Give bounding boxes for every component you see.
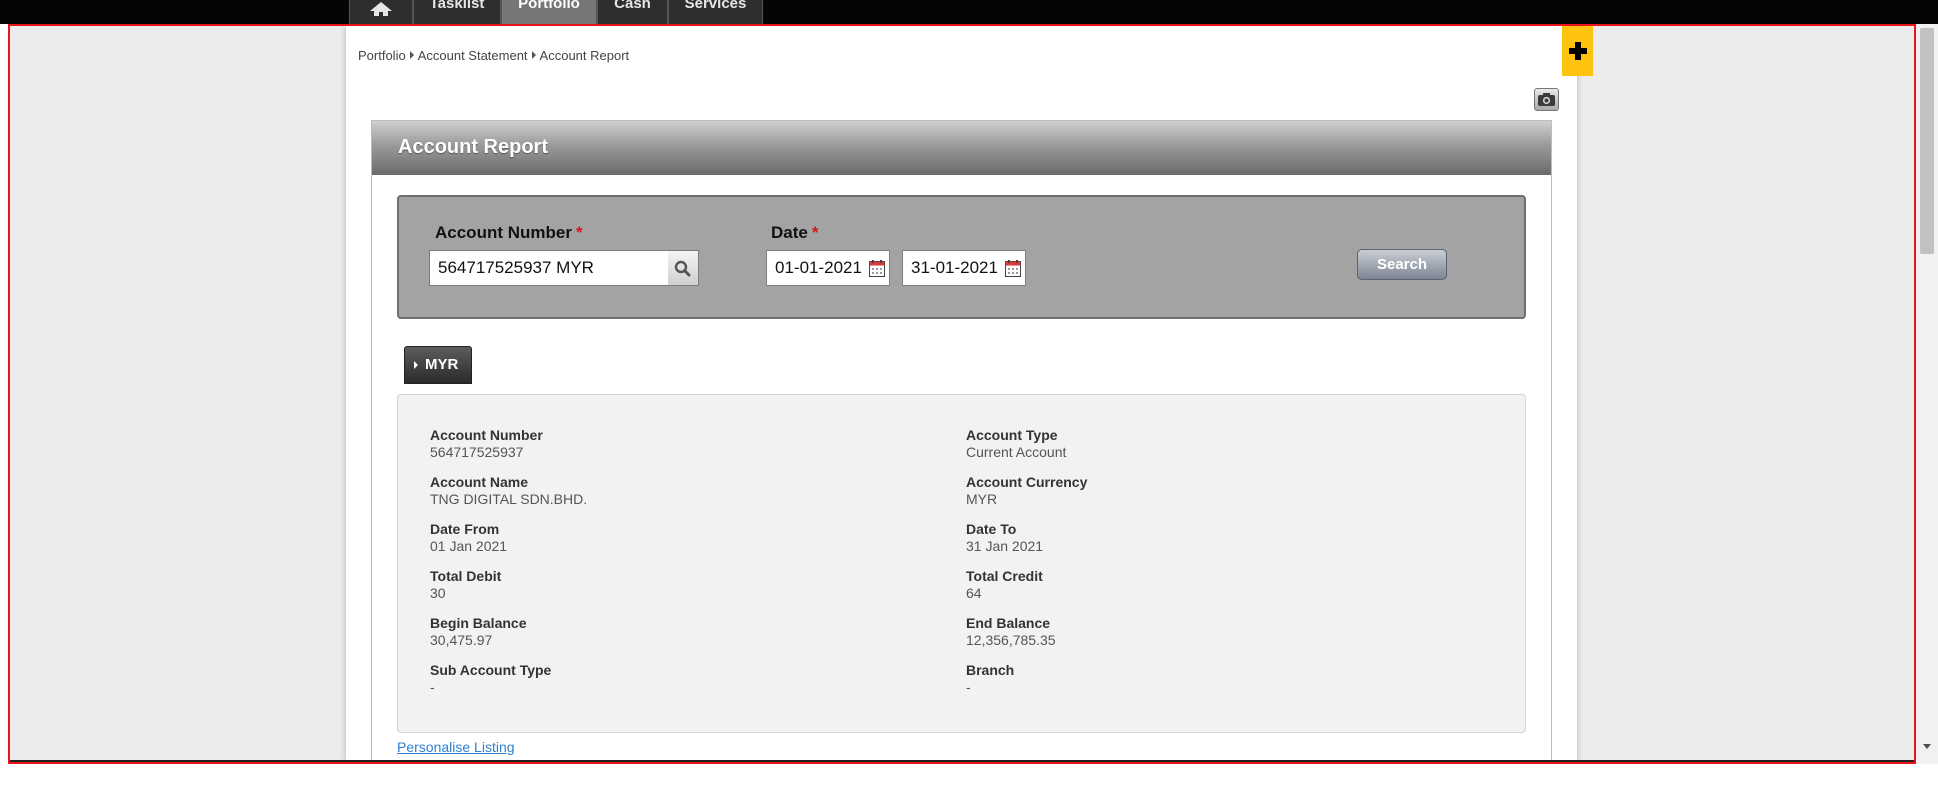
scrollbar-thumb[interactable] — [1920, 28, 1934, 254]
tab-tasklist-label: Tasklist — [429, 0, 485, 12]
breadcrumb: Portfolio Account Statement Account Report — [358, 48, 629, 63]
currency-tab-myr[interactable]: MYR — [404, 346, 472, 384]
detail-value: - — [430, 679, 435, 695]
detail-value: TNG DIGITAL SDN.BHD. — [430, 491, 588, 507]
home-icon — [370, 2, 392, 16]
date-from-input[interactable]: 01-01-2021 — [766, 250, 890, 286]
account-report-panel: Account Report Account Number * 564717525… — [371, 120, 1552, 762]
search-criteria-box: Account Number * 564717525937 MYR Date * 0… — [397, 195, 1526, 319]
tab-services[interactable]: Services — [668, 0, 763, 24]
detail-value: 30 — [430, 585, 446, 601]
detail-value: 01 Jan 2021 — [430, 538, 508, 554]
personalise-listing-link[interactable]: Personalise Listing — [397, 739, 515, 755]
detail-value: - — [966, 679, 971, 695]
plus-icon[interactable] — [1562, 26, 1593, 76]
tab-portfolio[interactable]: Portfolio — [501, 0, 597, 24]
breadcrumb-account-report: Account Report — [539, 48, 630, 63]
account-details: Account Number 564717525937 Account Name… — [397, 394, 1526, 733]
account-lookup-button[interactable] — [668, 250, 699, 286]
required-marker: * — [575, 223, 583, 242]
bottom-scrollbar[interactable] — [10, 760, 1914, 762]
detail-value: Current Account — [966, 444, 1067, 460]
date-label-text: Date — [771, 223, 808, 242]
date-label: Date * — [771, 223, 818, 243]
detail-label: Date From — [430, 521, 500, 537]
detail-value: 31 Jan 2021 — [966, 538, 1044, 554]
search-icon — [674, 260, 691, 277]
currency-tab-label: MYR — [425, 356, 459, 373]
detail-label: Total Debit — [430, 568, 502, 584]
vertical-scrollbar[interactable] — [1916, 24, 1938, 764]
page-frame: Portfolio Account Statement Account Report… — [8, 24, 1916, 764]
search-button[interactable]: Search — [1357, 249, 1447, 280]
tab-services-label: Services — [684, 0, 747, 12]
tab-portfolio-label: Portfolio — [518, 0, 580, 12]
detail-label: Branch — [966, 662, 1015, 678]
breadcrumb-separator-icon — [531, 51, 536, 59]
camera-button[interactable] — [1534, 88, 1559, 111]
breadcrumb-portfolio[interactable]: Portfolio — [358, 48, 406, 63]
tab-cash[interactable]: Cash — [597, 0, 668, 24]
account-number-label: Account Number * — [435, 223, 583, 243]
detail-label: Date To — [966, 521, 1017, 537]
tab-cash-label: Cash — [614, 0, 651, 12]
account-number-input[interactable]: 564717525937 MYR — [429, 250, 669, 286]
detail-label: Account Type — [966, 427, 1058, 443]
date-to-input[interactable]: 31-01-2021 — [902, 250, 1026, 286]
date-from-value: 01-01-2021 — [775, 258, 862, 277]
tab-home[interactable] — [349, 0, 413, 24]
detail-label: End Balance — [966, 615, 1051, 631]
detail-value: MYR — [966, 491, 998, 507]
account-number-label-text: Account Number — [435, 223, 572, 242]
top-navigation-bar: Tasklist Portfolio Cash Services — [0, 0, 1938, 24]
caret-right-icon — [414, 361, 418, 369]
breadcrumb-separator-icon — [409, 51, 414, 59]
detail-value: 30,475.97 — [430, 632, 493, 648]
detail-label: Sub Account Type — [430, 662, 552, 678]
calendar-icon[interactable] — [1005, 260, 1021, 277]
detail-value: 12,356,785.35 — [966, 632, 1056, 648]
detail-label: Account Currency — [966, 474, 1088, 490]
detail-value: 64 — [966, 585, 982, 601]
detail-label: Account Name — [430, 474, 529, 490]
calendar-icon[interactable] — [869, 260, 885, 277]
content-area: Portfolio Account Statement Account Report… — [346, 26, 1593, 762]
detail-label: Total Credit — [966, 568, 1043, 584]
date-to-value: 31-01-2021 — [911, 258, 998, 277]
required-marker: * — [811, 223, 819, 242]
scroll-down-arrow-icon[interactable] — [1923, 744, 1931, 749]
camera-icon — [1538, 93, 1555, 106]
breadcrumb-account-statement[interactable]: Account Statement — [418, 48, 528, 63]
tab-tasklist[interactable]: Tasklist — [413, 0, 501, 24]
detail-label: Account Number — [430, 427, 543, 443]
panel-title: Account Report — [372, 121, 1551, 175]
detail-value: 564717525937 — [430, 444, 524, 460]
detail-label: Begin Balance — [430, 615, 527, 631]
